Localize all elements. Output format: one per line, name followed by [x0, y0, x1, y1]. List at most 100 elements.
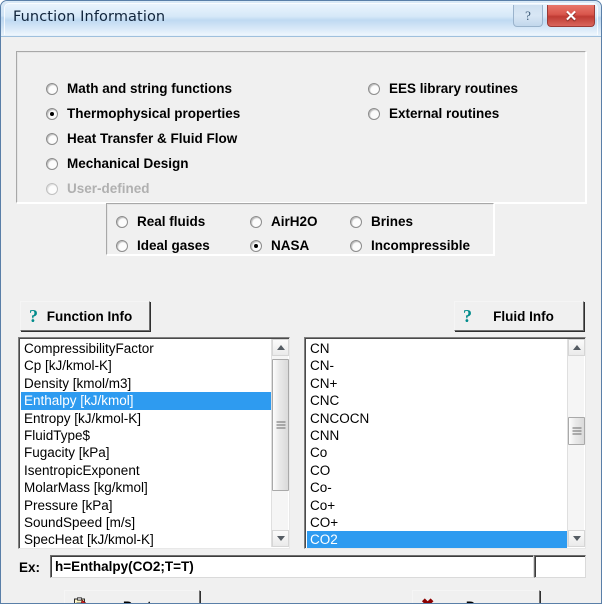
radio-label: External routines — [389, 106, 500, 121]
list-item[interactable]: CN- — [307, 357, 567, 374]
list-item[interactable]: SpecHeat [kJ/kmol-K] — [21, 531, 271, 548]
radio-label: NASA — [271, 238, 310, 253]
close-button[interactable]: ✕ — [547, 5, 595, 27]
list-item-selected[interactable]: Enthalpy [kJ/kmol] — [21, 392, 271, 410]
title-bar: Function Information ? ✕ — [1, 1, 601, 37]
radio-ideal-gases[interactable]: Ideal gases — [116, 238, 210, 253]
radio-label: Incompressible — [371, 238, 471, 253]
list-item[interactable]: Density [kmol/m3] — [21, 375, 271, 392]
radio-external-routines[interactable]: External routines — [368, 106, 499, 121]
example-label: Ex: — [19, 560, 41, 575]
list-item[interactable]: Co — [307, 444, 567, 461]
radio-label: Ideal gases — [137, 238, 210, 253]
radio-label: Real fluids — [137, 214, 206, 229]
radio-dot-icon — [350, 239, 362, 252]
list-item[interactable]: Pressure [kPa] — [21, 497, 271, 514]
radio-user-defined: User-defined — [46, 181, 150, 196]
clipboard-paste-icon — [73, 597, 91, 603]
radio-brines[interactable]: Brines — [350, 214, 413, 229]
radio-label: EES library routines — [389, 81, 519, 96]
list-item-selected[interactable]: CO2 — [307, 531, 567, 548]
list-item[interactable]: Co- — [307, 479, 567, 496]
list-item[interactable]: CNN — [307, 427, 567, 444]
radio-dot-icon — [116, 239, 128, 252]
scroll-up-arrow-icon[interactable] — [568, 339, 585, 356]
function-info-button[interactable]: ? Function Info — [20, 301, 150, 331]
fluid-list-scrollbar[interactable] — [567, 339, 585, 547]
radio-label: Heat Transfer & Fluid Flow — [67, 131, 238, 146]
radio-math-and-string-functions[interactable]: Math and string functions — [46, 81, 232, 96]
fluid-info-label: Fluid Info — [493, 308, 554, 324]
radio-dot-icon — [350, 215, 362, 228]
radio-dot-icon — [46, 182, 58, 195]
list-item[interactable]: Co+ — [307, 497, 567, 514]
function-list-scrollbar[interactable] — [271, 339, 289, 547]
list-item[interactable]: CO — [307, 462, 567, 479]
list-item[interactable]: CO+ — [307, 514, 567, 531]
question-mark-icon: ? — [463, 307, 472, 325]
radio-label: Math and string functions — [67, 81, 232, 96]
radio-dot-icon — [46, 107, 58, 120]
radio-thermophysical-properties[interactable]: Thermophysical properties — [46, 106, 240, 121]
list-item[interactable]: IsentropicExponent — [21, 462, 271, 479]
window-title: Function Information — [13, 9, 166, 25]
radio-heat-transfer-fluid-flow[interactable]: Heat Transfer & Fluid Flow — [46, 131, 237, 146]
radio-dot-icon — [116, 215, 128, 228]
client-area: Math and string functions Thermophysical… — [2, 37, 600, 603]
list-item[interactable]: FluidType$ — [21, 427, 271, 444]
radio-airh2o[interactable]: AirH2O — [250, 214, 318, 229]
radio-dot-icon — [46, 82, 58, 95]
radio-real-fluids[interactable]: Real fluids — [116, 214, 205, 229]
scrollbar-thumb[interactable] — [568, 417, 585, 445]
radio-label: User-defined — [67, 181, 150, 196]
grip-icon — [276, 421, 285, 429]
example-input[interactable]: h=Enthalpy(CO2;T=T) — [50, 555, 534, 578]
paste-button[interactable]: Paste — [64, 590, 200, 604]
list-item[interactable]: CN+ — [307, 375, 567, 392]
question-mark-icon: ? — [525, 7, 531, 23]
radio-incompressible[interactable]: Incompressible — [350, 238, 470, 253]
example-input-value: h=Enthalpy(CO2;T=T) — [55, 559, 194, 574]
list-item[interactable]: SoundSpeed [m/s] — [21, 514, 271, 531]
radio-nasa[interactable]: NASA — [250, 238, 309, 253]
paste-label: Paste — [91, 599, 191, 604]
radio-mechanical-design[interactable]: Mechanical Design — [46, 156, 189, 171]
list-item[interactable]: CNC — [307, 392, 567, 409]
radio-label: AirH2O — [271, 214, 318, 229]
example-extra-value — [535, 557, 539, 572]
list-item[interactable]: Fugacity [kPa] — [21, 444, 271, 461]
scrollbar-thumb[interactable] — [272, 359, 289, 491]
function-info-label: Function Info — [46, 308, 133, 324]
scroll-up-arrow-icon[interactable] — [272, 339, 289, 356]
close-icon: ✕ — [564, 7, 578, 25]
question-mark-glyph: ? — [29, 306, 38, 326]
scroll-down-arrow-icon[interactable] — [272, 530, 289, 547]
radio-label: Brines — [371, 214, 414, 229]
list-item[interactable]: CNCOCN — [307, 410, 567, 427]
radio-ees-library-routines[interactable]: EES library routines — [368, 81, 518, 96]
list-item[interactable]: CN — [307, 340, 567, 357]
radio-dot-icon — [46, 157, 58, 170]
question-mark-glyph: ? — [463, 306, 472, 326]
scroll-down-arrow-icon[interactable] — [568, 530, 585, 547]
radio-label: Thermophysical properties — [67, 106, 241, 121]
list-item[interactable]: Entropy [kJ/kmol-K] — [21, 410, 271, 427]
x-mark-glyph: ✖ — [421, 598, 434, 604]
fluid-list-items: CN CN- CN+ CNC CNCOCN CNN Co CO Co- Co+ … — [307, 340, 567, 548]
radio-dot-icon — [46, 132, 58, 145]
example-extra-input[interactable] — [534, 555, 586, 578]
x-mark-icon: ✖ — [421, 598, 434, 604]
radio-dot-icon — [368, 82, 380, 95]
function-listbox[interactable]: CompressibilityFactor Cp [kJ/kmol-K] Den… — [18, 337, 290, 549]
fluid-listbox[interactable]: CN CN- CN+ CNC CNCOCN CNN Co CO Co- Co+ … — [304, 337, 586, 549]
radio-dot-icon — [250, 239, 262, 252]
question-mark-icon: ? — [29, 307, 38, 325]
list-item[interactable]: MolarMass [kg/kmol] — [21, 479, 271, 496]
radio-dot-icon — [368, 107, 380, 120]
done-button[interactable]: ✖ Done — [412, 590, 540, 604]
list-item[interactable]: CompressibilityFactor — [21, 340, 271, 357]
fluid-info-button[interactable]: ? Fluid Info — [454, 301, 584, 331]
list-item[interactable]: Cp [kJ/kmol-K] — [21, 357, 271, 374]
function-information-window: Function Information ? ✕ Math and string… — [0, 0, 602, 604]
help-button[interactable]: ? — [513, 5, 543, 27]
